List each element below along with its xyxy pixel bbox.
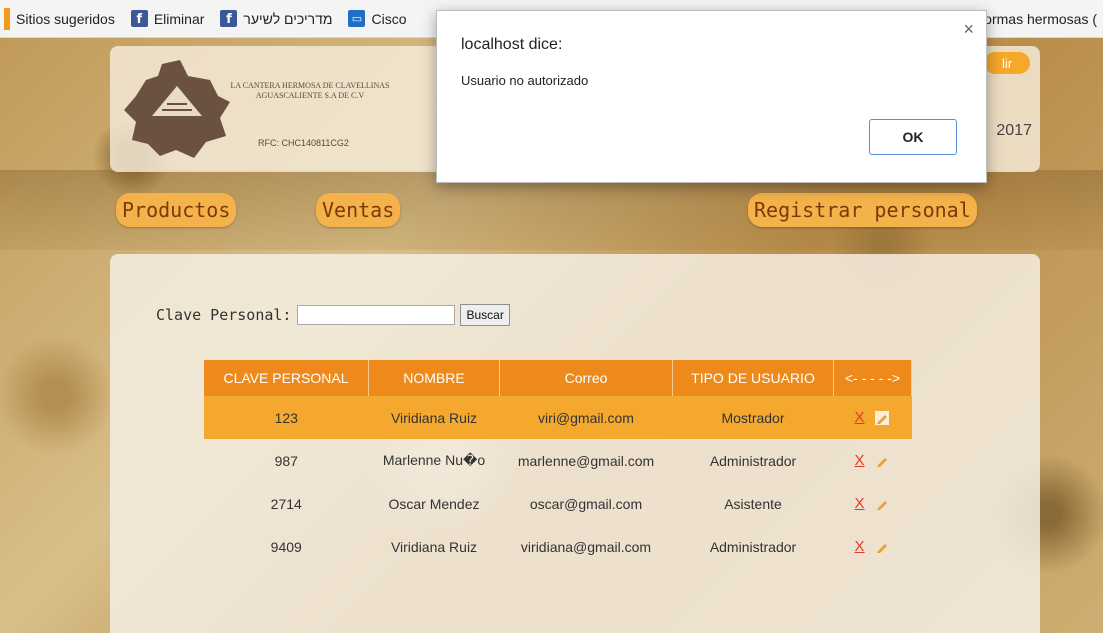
company-logo (124, 60, 230, 158)
nav-productos-button[interactable]: Productos (116, 193, 237, 227)
edit-pencil-icon[interactable] (874, 539, 890, 555)
cell-tipo: Mostrador (672, 396, 834, 439)
cell-clave: 9409 (270, 538, 302, 555)
personal-table: CLAVE PERSONAL NOMBRE Correo TIPO DE USU… (204, 360, 912, 568)
header-nombre: NOMBRE (368, 360, 500, 396)
header-clave-personal: CLAVE PERSONAL (204, 360, 369, 396)
search-label: Clave Personal: (156, 306, 292, 324)
cell-tipo: Administrador (709, 538, 797, 555)
cell-actions: X (833, 396, 912, 439)
salir-button[interactable]: lir (984, 52, 1030, 74)
cell-nombre: Viridiana Ruiz (390, 538, 478, 555)
cell-clave: 2714 (270, 495, 302, 512)
cell-tipo: Administrador (709, 452, 797, 469)
table-row[interactable]: 2714 Oscar Mendez oscar@gmail.com Asiste… (204, 482, 912, 525)
alert-dialog: × localhost dice: Usuario no autorizado … (436, 10, 987, 183)
facebook-icon: f (130, 10, 148, 27)
clave-personal-input[interactable] (297, 305, 456, 325)
nav-registrar-personal-button[interactable]: Registrar personal (748, 193, 977, 227)
table-header-row: CLAVE PERSONAL NOMBRE Correo TIPO DE USU… (204, 360, 912, 396)
bookmark-label: Sitios sugeridos (16, 10, 115, 27)
cell-tipo: Asistente (724, 495, 782, 512)
cisco-icon: ▭ (348, 10, 366, 27)
edit-pencil-icon[interactable] (874, 453, 890, 469)
header-tipo-usuario: TIPO DE USUARIO (672, 360, 834, 396)
ok-button[interactable]: OK (869, 119, 957, 155)
table-row[interactable]: 9409 Viridiana Ruiz viridiana@gmail.com … (204, 525, 912, 568)
dialog-title: localhost dice: (461, 36, 563, 53)
cell-actions: X (834, 482, 912, 525)
delete-link[interactable]: X (855, 409, 865, 426)
cell-clave: 987 (274, 452, 298, 469)
cell-correo: viridiana@gmail.com (520, 538, 652, 555)
bookmark-accent (4, 7, 10, 30)
bookmark-label: Eliminar (153, 10, 205, 27)
company-name: LA CANTERA HERMOSA DE CLAVELLINAS AGUASC… (230, 81, 390, 100)
year-text: 2017 (996, 122, 1032, 139)
nav-ventas-button[interactable]: Ventas (316, 193, 401, 227)
cell-clave: 123 (204, 396, 369, 439)
close-icon[interactable]: × (963, 19, 974, 40)
content-panel: Clave Personal: Buscar CLAVE PERSONAL NO… (110, 254, 1040, 633)
company-rfc: RFC: CHC140811CG2 (258, 138, 349, 148)
table-row[interactable]: 123 Viridiana Ruiz viri@gmail.com Mostra… (204, 396, 912, 439)
cell-actions: X (834, 439, 912, 482)
bookmark-sitios-sugeridos[interactable]: Sitios sugeridos (16, 11, 115, 27)
edit-pencil-icon[interactable] (874, 496, 890, 512)
header-actions: <- - - - -> (833, 360, 912, 396)
table-row[interactable]: 987 Marlenne Nu�o marlenne@gmail.com Adm… (204, 439, 912, 482)
facebook-icon: f (220, 10, 238, 27)
bookmark-cisco[interactable]: ▭ Cisco (348, 10, 407, 27)
header-correo: Correo (499, 360, 673, 396)
bookmark-label: מדריכים לשיער (243, 10, 333, 27)
cell-correo: oscar@gmail.com (529, 495, 643, 512)
cell-nombre: Marlenne Nu�o (382, 452, 486, 468)
cell-actions: X (834, 525, 912, 568)
cell-correo: marlenne@gmail.com (517, 452, 655, 469)
bookmark-label: Cisco (371, 10, 407, 27)
cell-nombre: Viridiana Ruiz (368, 396, 500, 439)
dialog-message: Usuario no autorizado (461, 73, 589, 88)
delete-link[interactable]: X (855, 452, 865, 469)
bookmark-hebrew[interactable]: f מדריכים לשיער (220, 10, 332, 27)
search-row: Clave Personal: Buscar (156, 304, 510, 326)
buscar-button[interactable]: Buscar (460, 304, 510, 326)
bookmark-eliminar[interactable]: f Eliminar (130, 10, 205, 27)
delete-link[interactable]: X (855, 538, 865, 555)
delete-link[interactable]: X (855, 495, 865, 512)
cell-correo: viri@gmail.com (499, 396, 673, 439)
edit-pencil-icon[interactable] (874, 410, 890, 426)
cell-nombre: Oscar Mendez (388, 495, 480, 512)
bookmark-formas-hermosas[interactable]: formas hermosas ( (980, 0, 1097, 37)
